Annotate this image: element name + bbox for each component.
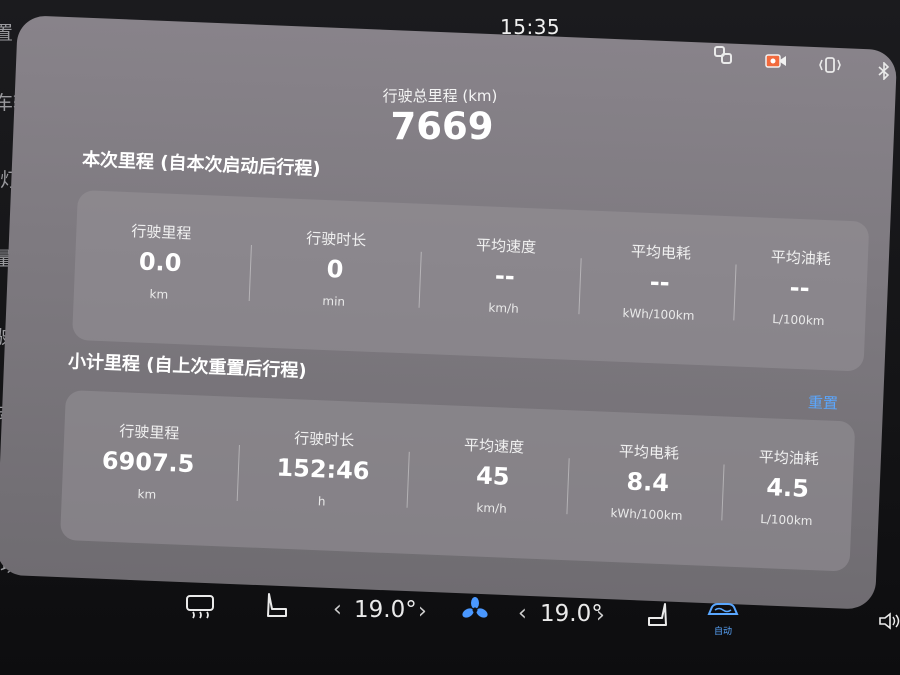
stat-value: 45 [475,461,511,491]
trip-card: 行驶里程 0.0 km 行驶时长 0 min 平均速度 -- km/h 平均电耗… [71,190,870,372]
subtotal-duration: 行驶时长 152:46 h [245,397,401,553]
vibrate-icon[interactable] [817,52,843,78]
divider [248,244,252,301]
stat-label: 平均油耗 [770,247,832,269]
stat-value: -- [494,261,516,291]
stat-unit: min [322,293,346,309]
stat-value: -- [649,268,671,297]
stat-label: 平均速度 [463,436,525,457]
stat-unit: km/h [488,300,520,316]
stat-label: 平均电耗 [630,242,692,263]
volume-icon[interactable] [878,611,900,637]
clock: 15:35 [500,15,561,39]
stat-unit: L/100km [771,311,825,329]
subtotal-card: 行驶里程 6907.5 km 行驶时长 152:46 h 平均速度 45 km/… [59,390,856,572]
stat-value: 8.4 [625,467,670,498]
reset-button[interactable]: 重置 [808,391,839,413]
status-icons [705,42,895,82]
stat-unit: kWh/100km [622,305,695,323]
left-seat-heat-icon[interactable] [262,591,290,627]
right-seat-heat-icon[interactable] [646,601,672,635]
stat-unit: km/h [476,500,508,516]
subtotal-distance: 行驶里程 6907.5 km [70,390,226,546]
stat-label: 行驶里程 [119,422,180,443]
trip-avg-speed: 平均速度 -- km/h [427,204,583,360]
stat-label: 平均电耗 [618,442,680,463]
trip-avg-fuel: 平均油耗 -- L/100km [721,216,877,372]
total-mileage-label: 行驶总里程 (km) [382,87,498,105]
subtotal-avg-speed: 平均速度 45 km/h [415,404,571,560]
screen: 置 车辆抖 灯光 量 驶 动驾 辆状 场景 15:35 [0,0,900,675]
climate-bar: ‹ 19.0° › ‹ 19.0° › [0,575,900,675]
right-temp-decrease[interactable]: ‹ [518,601,527,626]
subtotal-avg-fuel: 平均油耗 4.5 L/100km [709,416,865,572]
trip-duration: 行驶时长 0 min [257,197,413,353]
stat-unit: h [317,494,326,509]
auto-ac-button[interactable]: 自动 [702,600,744,637]
stat-label: 平均油耗 [758,447,820,469]
left-temp-increase[interactable]: › [418,599,427,624]
divider [406,451,410,508]
stat-unit: kWh/100km [610,505,683,523]
stat-label: 行驶时长 [293,429,355,450]
left-temp-decrease[interactable]: ‹ [333,597,342,622]
total-mileage-value: 7669 [390,105,494,148]
stat-value: 152:46 [275,453,371,486]
stat-value: 0.0 [138,247,182,278]
divider [236,444,240,501]
stat-unit: L/100km [759,511,813,529]
rear-defrost-icon[interactable] [184,593,216,625]
divider [418,251,422,308]
stat-value: 0 [326,255,344,284]
left-temp-value: 19.0° [354,597,417,623]
fan-icon[interactable] [462,597,488,629]
stat-value: 4.5 [765,473,810,503]
right-temp-increase[interactable]: › [596,603,605,628]
stat-value: -- [789,273,811,303]
stat-value: 6907.5 [101,446,195,479]
trip-distance: 行驶里程 0.0 km [82,190,238,346]
left-menu-item[interactable]: 置 [0,18,13,45]
stat-label: 行驶里程 [131,222,192,243]
auto-ac-label: 自动 [713,627,732,637]
bluetooth-icon[interactable] [871,58,897,84]
camera-icon[interactable] [763,48,789,74]
subtotal-avg-power: 平均电耗 8.4 kWh/100km [570,410,726,566]
stat-unit: km [149,286,169,302]
right-temp-value: 19.0° [540,601,603,627]
stat-label: 行驶时长 [305,229,367,250]
link-icon[interactable] [710,42,736,68]
trip-avg-power: 平均电耗 -- kWh/100km [582,210,738,366]
stat-label: 平均速度 [475,236,537,257]
stat-unit: km [137,486,157,502]
auto-car-icon [702,600,744,624]
